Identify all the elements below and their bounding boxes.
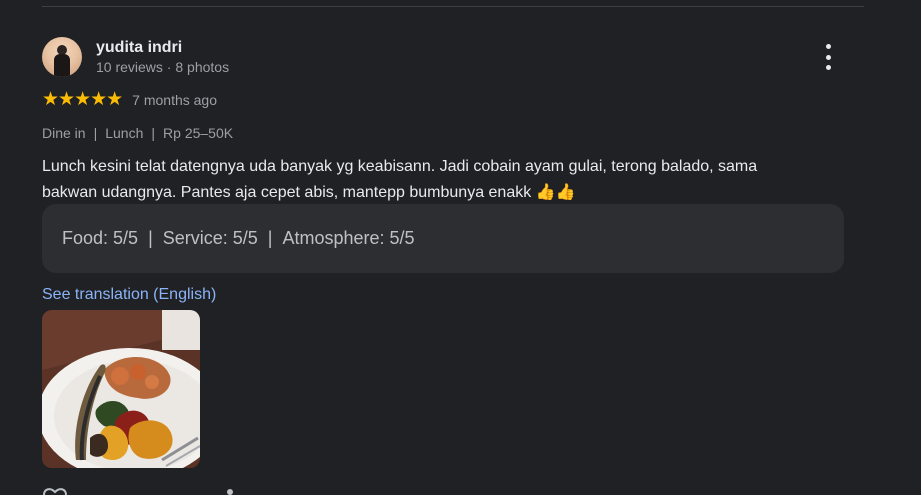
star-rating: ★★★★★ xyxy=(42,89,123,110)
tag-price: Rp 25–50K xyxy=(163,125,234,141)
sub-ratings-box: Food: 5/5 | Service: 5/5 | Atmosphere: 5… xyxy=(42,204,844,273)
more-options-button[interactable] xyxy=(818,44,838,70)
author-name[interactable]: yudita indri xyxy=(96,38,229,57)
review-text-line: bakwan udangnya. Pantes aja cepet abis, … xyxy=(42,184,576,201)
review-photo[interactable] xyxy=(42,310,200,468)
rating-separator: | xyxy=(148,228,153,248)
avatar[interactable] xyxy=(42,37,82,77)
tag-separator: | xyxy=(151,125,156,141)
service-rating: Service: 5/5 xyxy=(162,228,258,248)
more-vert-dot xyxy=(825,65,831,70)
tag-dine-in: Dine in xyxy=(42,125,86,141)
tag-separator: | xyxy=(93,125,98,141)
review-tags: Dine in | Lunch | Rp 25–50K xyxy=(42,125,233,141)
review-time: 7 months ago xyxy=(132,92,218,108)
author-info: yudita indri 10 reviews · 8 photos xyxy=(96,38,229,76)
heart-icon[interactable] xyxy=(42,485,68,495)
rating-separator: | xyxy=(267,228,273,248)
atmosphere-rating: Atmosphere: 5/5 xyxy=(282,228,415,248)
review-header: yudita indri 10 reviews · 8 photos xyxy=(42,37,229,77)
review-actions xyxy=(42,485,242,495)
divider xyxy=(42,6,864,7)
food-photo-image xyxy=(42,310,200,468)
more-vert-icon xyxy=(825,44,831,49)
share-icon[interactable] xyxy=(224,485,236,495)
food-rating: Food: 5/5 xyxy=(62,228,139,248)
review-card: yudita indri 10 reviews · 8 photos ★★★★★… xyxy=(0,0,921,495)
see-translation-link[interactable]: See translation (English) xyxy=(42,286,216,304)
review-text: Lunch kesini telat datengnya uda banyak … xyxy=(42,154,842,206)
more-vert-dot xyxy=(825,54,831,60)
avatar-body xyxy=(54,54,70,77)
tag-meal: Lunch xyxy=(105,125,144,141)
rating-row: ★★★★★ 7 months ago xyxy=(42,90,217,110)
review-text-line: Lunch kesini telat datengnya uda banyak … xyxy=(42,158,758,175)
author-meta: 10 reviews · 8 photos xyxy=(96,59,230,75)
